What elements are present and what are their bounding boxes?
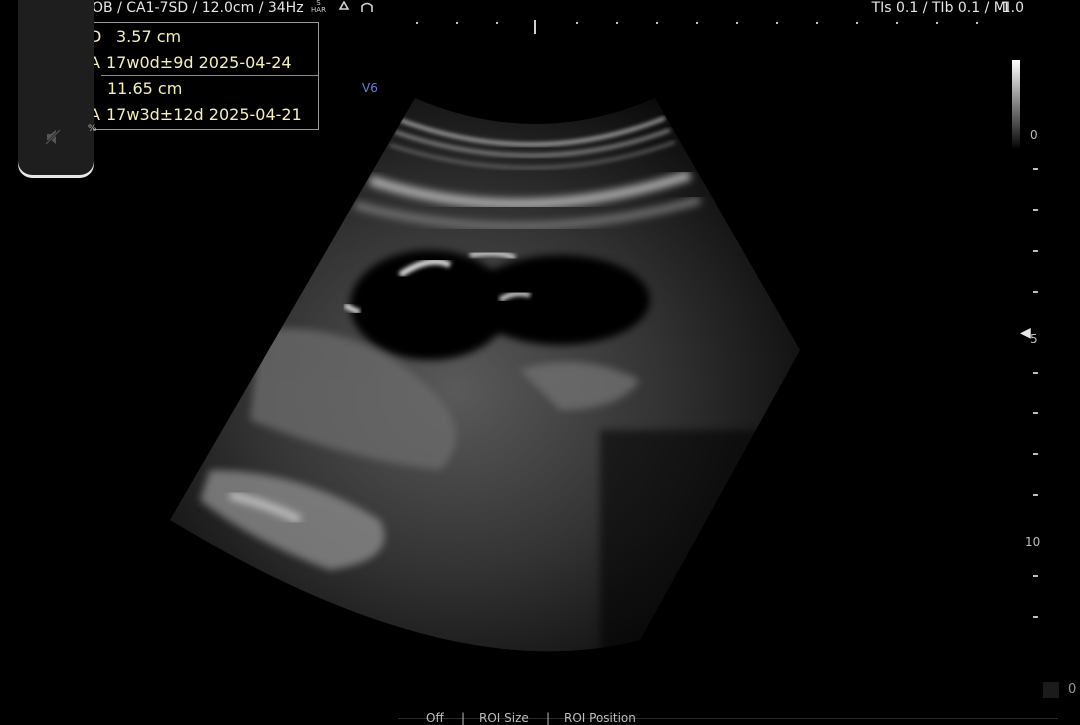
har-icon: S HAR [311, 0, 326, 14]
grayscale-bar [1012, 60, 1020, 150]
bottom-menu: Off | ROI Size | ROI Position [400, 705, 700, 725]
mi-value: 1.0 [1001, 0, 1024, 16]
measurement-divider [101, 75, 318, 76]
scale-dot [776, 22, 778, 24]
menu-item-off[interactable]: Off [426, 711, 444, 725]
depth-tick [1033, 291, 1038, 293]
scale-dot [736, 22, 738, 24]
focus-arrow-icon[interactable]: ◀ [1020, 325, 1031, 341]
scale-dot [576, 22, 578, 24]
scale-dot [936, 22, 938, 24]
depth-label: 10 [1025, 535, 1041, 549]
scale-dot [456, 22, 458, 24]
menu-item-roi-size[interactable]: ROI Size [479, 711, 529, 725]
corner-value: 0 [1068, 682, 1077, 697]
depth-tick [1033, 372, 1038, 374]
scale-dot [696, 22, 698, 24]
depth-tick [1033, 616, 1038, 618]
depth-tick [1033, 412, 1038, 414]
depth-tick [1033, 209, 1038, 211]
menu-separator: | [546, 711, 551, 725]
measurement-value: 17w0d±9d 2025-04-24 [106, 53, 292, 72]
measurement-value: 3.57 cm [116, 27, 182, 46]
side-control-panel[interactable] [18, 0, 94, 175]
menu-item-roi-position[interactable]: ROI Position [564, 711, 636, 725]
scale-dot [816, 22, 818, 24]
scale-dot [656, 22, 658, 24]
depth-scale: 0 5 10 [1020, 120, 1080, 640]
status-indicator [1043, 682, 1059, 698]
scale-dot [496, 22, 498, 24]
depth-tick [1033, 168, 1038, 170]
scale-dot [616, 22, 618, 24]
recycle-icon [339, 1, 350, 10]
exam-parameters-text: OB / CA1-7SD / 12.0cm / 34Hz [92, 0, 304, 16]
panel-fragment-text: % [88, 124, 97, 134]
depth-label: 0 [1030, 128, 1038, 142]
probe-label: V6 [362, 81, 378, 95]
vessel-icon [361, 2, 373, 12]
depth-tick [1033, 494, 1038, 496]
scale-dot [896, 22, 898, 24]
depth-tick [1033, 250, 1038, 252]
speaker-muted-icon[interactable] [44, 128, 64, 146]
scale-dot [416, 22, 418, 24]
depth-tick [1033, 453, 1038, 455]
menu-separator: | [461, 711, 466, 725]
exam-parameters: OB / CA1-7SD / 12.0cm / 34Hz S HAR [92, 0, 374, 16]
depth-tick [1033, 575, 1038, 577]
thermal-indices: TIs 0.1 / TIb 0.1 / MI [871, 0, 1010, 16]
measurement-value: 11.65 cm [107, 79, 183, 98]
scale-dot [856, 22, 858, 24]
scale-dot [976, 22, 978, 24]
measurement-value: 17w3d±12d 2025-04-21 [106, 105, 302, 124]
depth-label: 5 [1030, 332, 1038, 346]
